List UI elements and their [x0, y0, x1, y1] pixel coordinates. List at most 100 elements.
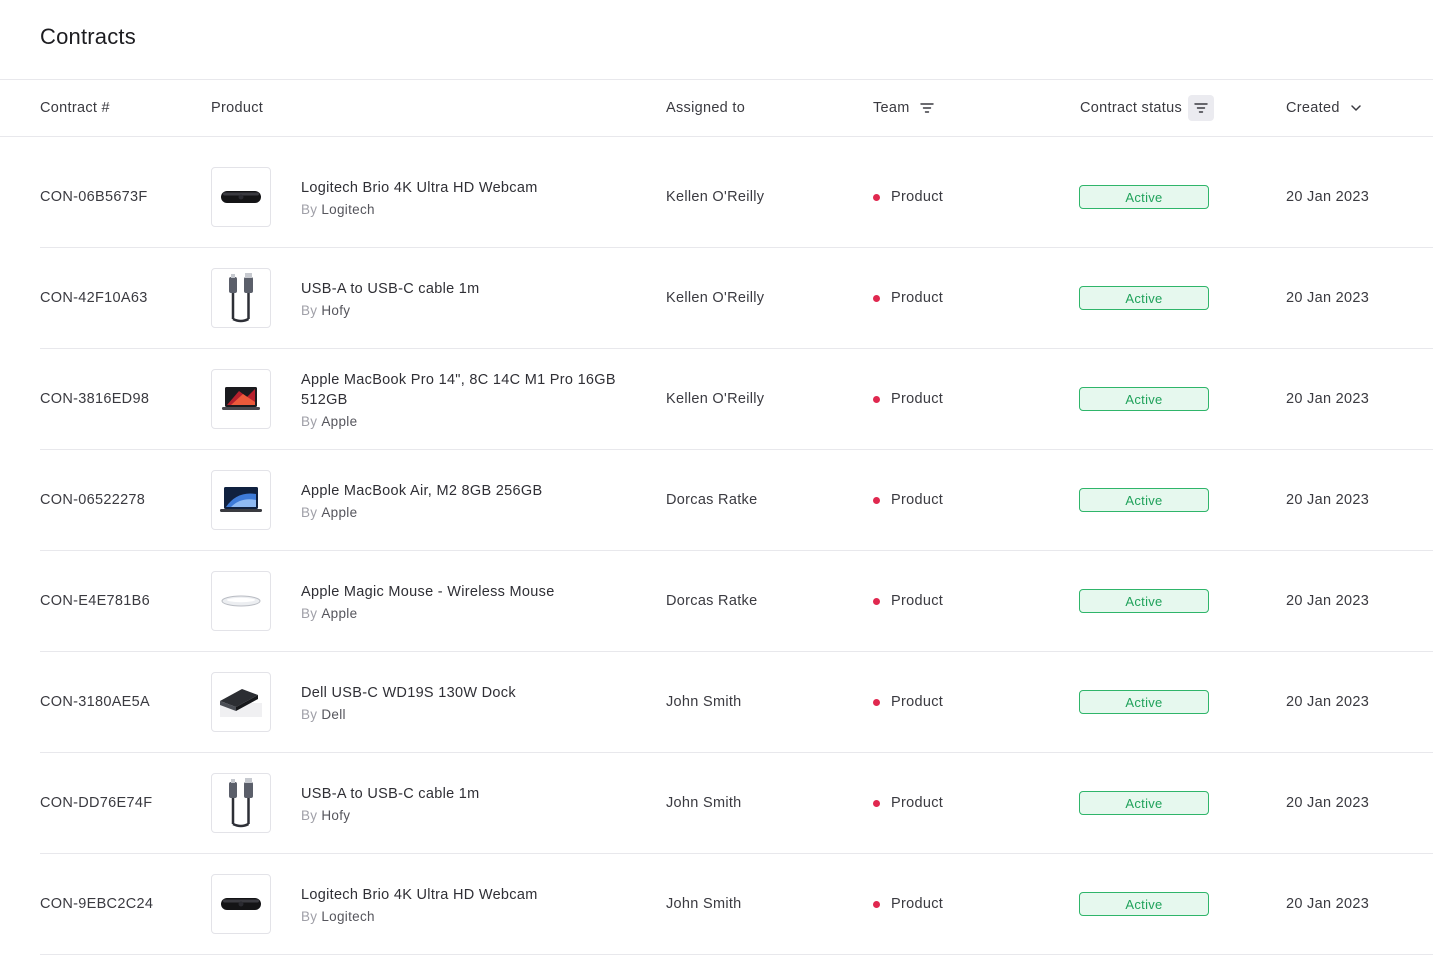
team-name: Product [891, 189, 944, 205]
product-thumbnail-cell [211, 137, 271, 247]
assignee-name: John Smith [666, 896, 742, 912]
product-name[interactable]: Dell USB-C WD19S 130W Dock [301, 683, 516, 703]
contract-id: CON-3180AE5A [40, 652, 150, 752]
webcam-icon [221, 898, 261, 910]
contract-id-text: CON-3180AE5A [40, 694, 150, 710]
by-label: By [301, 807, 318, 823]
product-cell: USB-A to USB-C cable 1m By Hofy [301, 753, 631, 853]
product-cell: Dell USB-C WD19S 130W Dock By Dell [301, 652, 631, 752]
status-badge: Active [1079, 791, 1209, 815]
mouse-icon [221, 595, 261, 607]
column-header-product[interactable]: Product [211, 80, 263, 136]
team-cell: Product [873, 248, 943, 348]
table-row[interactable]: CON-9EBC2C24 Logitech Brio 4K Ultra HD W… [40, 854, 1433, 955]
table-row[interactable]: CON-3816ED98 Apple MacBook Pro 14", 8C 1… [40, 349, 1433, 450]
team-cell: Product [873, 652, 943, 752]
brand-name: Logitech [321, 201, 375, 217]
team-name: Product [891, 694, 944, 710]
column-label-status: Contract status [1080, 100, 1183, 116]
contract-id-text: CON-9EBC2C24 [40, 896, 154, 912]
created-date-text: 20 Jan 2023 [1286, 795, 1370, 811]
team-filter-icon[interactable] [919, 102, 934, 114]
product-cell: Apple Magic Mouse - Wireless Mouse By App… [301, 551, 631, 651]
assigned-to: Kellen O'Reilly [666, 248, 764, 348]
product-name[interactable]: Logitech Brio 4K Ultra HD Webcam [301, 885, 538, 905]
table-row[interactable]: CON-E4E781B6 Apple Magic Mouse - Wireles… [40, 551, 1433, 652]
assigned-to: John Smith [666, 753, 742, 853]
assignee-name: Kellen O'Reilly [666, 391, 765, 407]
product-brand: By Hofy [301, 808, 480, 823]
contract-id: CON-DD76E74F [40, 753, 152, 853]
product-brand: By Apple [301, 414, 631, 429]
column-header-created[interactable]: Created [1286, 80, 1362, 136]
product-cell: Logitech Brio 4K Ultra HD Webcam By Logit… [301, 854, 631, 954]
team-dot-icon [873, 900, 880, 908]
column-label-team: Team [873, 100, 910, 116]
created-date: 20 Jan 2023 [1286, 137, 1369, 247]
status-cell: Active [1079, 753, 1209, 853]
product-name[interactable]: Apple MacBook Air, M2 8GB 256GB [301, 481, 542, 501]
team-name: Product [891, 492, 944, 508]
column-label-product: Product [211, 100, 264, 116]
status-filter-icon[interactable] [1188, 95, 1215, 121]
brand-name: Apple [321, 413, 358, 429]
product-name[interactable]: USB-A to USB-C cable 1m [301, 279, 480, 299]
product-brand: By Logitech [301, 909, 538, 924]
created-date-text: 20 Jan 2023 [1286, 391, 1370, 407]
created-date: 20 Jan 2023 [1286, 248, 1369, 348]
product-name[interactable]: Apple MacBook Pro 14", 8C 14C M1 Pro 16G… [301, 370, 631, 410]
assigned-to: Kellen O'Reilly [666, 137, 764, 247]
assigned-to: Dorcas Ratke [666, 450, 757, 550]
table-row[interactable]: CON-3180AE5A Dell USB-C WD19S 130W Dock … [40, 652, 1433, 753]
contract-id: CON-9EBC2C24 [40, 854, 153, 954]
assigned-to: John Smith [666, 652, 742, 752]
product-thumbnail-cell [211, 248, 271, 348]
product-thumbnail [211, 571, 271, 631]
product-name[interactable]: Logitech Brio 4K Ultra HD Webcam [301, 178, 538, 198]
brand-name: Logitech [321, 908, 375, 924]
contract-id-text: CON-06B5673F [40, 189, 148, 205]
product-brand: By Hofy [301, 303, 480, 318]
table-row[interactable]: CON-DD76E74F USB-A to USB-C cable 1m By H… [40, 753, 1433, 854]
product-thumbnail [211, 167, 271, 227]
contract-id: CON-E4E781B6 [40, 551, 150, 651]
column-header-status[interactable]: Contract status [1080, 80, 1215, 136]
column-label-assigned: Assigned to [666, 100, 746, 116]
product-thumbnail [211, 470, 271, 530]
product-name[interactable]: USB-A to USB-C cable 1m [301, 784, 480, 804]
contract-id-text: CON-42F10A63 [40, 290, 148, 306]
team-name: Product [891, 391, 944, 407]
column-label-contract: Contract # [40, 100, 110, 116]
column-header-team[interactable]: Team [873, 80, 934, 136]
product-cell: USB-A to USB-C cable 1m By Hofy [301, 248, 631, 348]
table-row[interactable]: CON-42F10A63 USB-A to USB-C cable 1m By H… [40, 248, 1433, 349]
product-thumbnail-cell [211, 854, 271, 954]
page-header: Contracts [0, 0, 1433, 80]
team-dot-icon [873, 698, 880, 706]
table-row[interactable]: CON-06522278 Apple MacBook Air, M2 8GB 2… [40, 450, 1433, 551]
status-badge: Active [1079, 286, 1209, 310]
created-date-text: 20 Jan 2023 [1286, 593, 1370, 609]
team-dot-icon [873, 294, 880, 302]
product-name[interactable]: Apple Magic Mouse - Wireless Mouse [301, 582, 555, 602]
column-header-assigned[interactable]: Assigned to [666, 80, 745, 136]
by-label: By [301, 504, 318, 520]
status-badge: Active [1079, 387, 1209, 411]
table-row[interactable]: CON-06B5673F Logitech Brio 4K Ultra HD W… [40, 137, 1433, 248]
assignee-name: Kellen O'Reilly [666, 290, 765, 306]
created-date-text: 20 Jan 2023 [1286, 492, 1370, 508]
contract-id-text: CON-06522278 [40, 492, 146, 508]
macbook-pro-icon [222, 387, 260, 410]
usb-cable-icon [229, 778, 253, 828]
column-header-contract[interactable]: Contract # [40, 80, 110, 136]
product-thumbnail-cell [211, 450, 271, 550]
contract-id-text: CON-DD76E74F [40, 795, 153, 811]
table-header: Contract # Product Assigned to Team Cont… [0, 80, 1433, 137]
status-badge: Active [1079, 892, 1209, 916]
contract-id: CON-06B5673F [40, 137, 148, 247]
assignee-name: Kellen O'Reilly [666, 189, 765, 205]
product-cell: Apple MacBook Pro 14", 8C 14C M1 Pro 16G… [301, 349, 631, 449]
created-date: 20 Jan 2023 [1286, 652, 1369, 752]
by-label: By [301, 605, 318, 621]
chevron-down-icon[interactable] [1350, 104, 1362, 112]
